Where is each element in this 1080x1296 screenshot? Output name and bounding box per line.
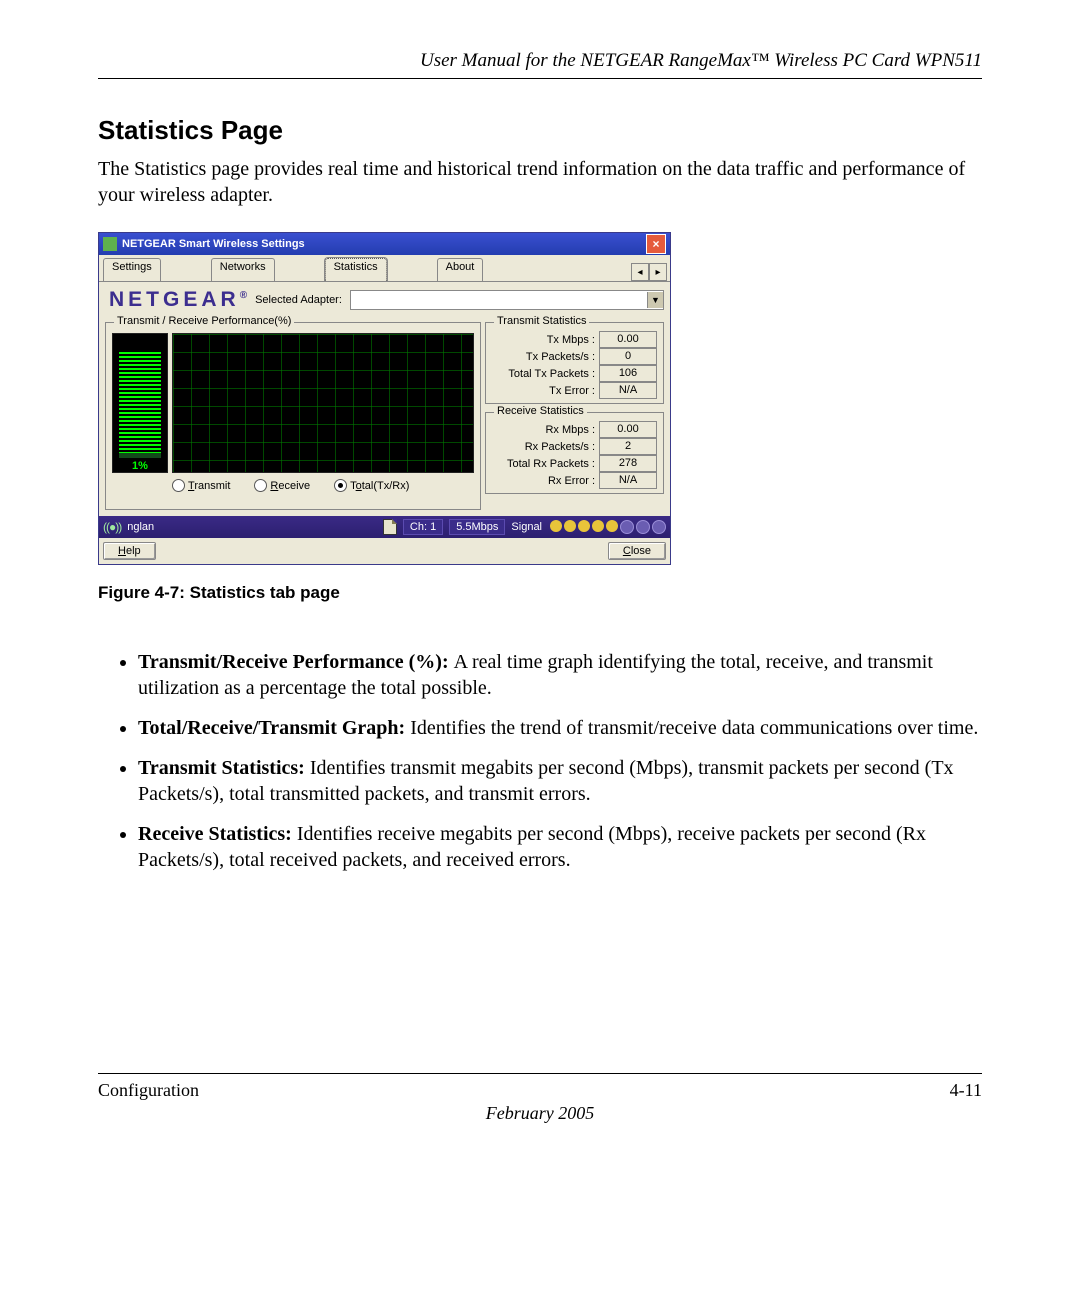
signal-dot: [550, 520, 562, 532]
signal-dot: [652, 520, 666, 534]
radio-receive[interactable]: Receive: [254, 479, 310, 492]
list-item: Receive Statistics: Identifies receive m…: [138, 821, 982, 873]
tab-scroll-right-icon[interactable]: ▸: [649, 263, 667, 281]
performance-chart: [172, 333, 474, 473]
help-button[interactable]: Help: [103, 542, 156, 560]
tab-scroll-left-icon[interactable]: ◂: [631, 263, 649, 281]
signal-dot: [578, 520, 590, 532]
list-item: Transmit/Receive Performance (%): A real…: [138, 649, 982, 701]
rx-total-label: Total Rx Packets :: [492, 458, 599, 470]
window-title: NETGEAR Smart Wireless Settings: [122, 238, 305, 250]
tab-networks[interactable]: Networks: [211, 258, 275, 281]
figure-caption: Figure 4-7: Statistics tab page: [98, 583, 982, 603]
rx-legend: Receive Statistics: [494, 405, 587, 417]
rx-err-value: N/A: [599, 472, 657, 489]
close-button[interactable]: Close: [608, 542, 666, 560]
signal-dot: [592, 520, 604, 532]
tab-about[interactable]: About: [437, 258, 484, 281]
radio-total[interactable]: Total(Tx/Rx): [334, 479, 409, 492]
footer-right: 4-11: [950, 1080, 982, 1101]
intro-text: The Statistics page provides real time a…: [98, 156, 982, 208]
receive-stats-group: Receive Statistics Rx Mbps :0.00 Rx Pack…: [485, 412, 664, 494]
tx-err-value: N/A: [599, 382, 657, 399]
antenna-icon: ((●)): [103, 520, 121, 534]
tab-settings[interactable]: Settings: [103, 258, 161, 281]
list-item: Transmit Statistics: Identifies transmit…: [138, 755, 982, 807]
page-footer: Configuration 4-11: [98, 1073, 982, 1101]
status-bar: ((●)) nglan Ch: 1 5.5Mbps Signal: [99, 516, 670, 538]
brand-logo: NETGEAR®: [109, 288, 247, 312]
tx-total-value: 106: [599, 365, 657, 382]
rx-pks-label: Rx Packets/s :: [492, 441, 599, 453]
tx-mbps-label: Tx Mbps :: [492, 334, 599, 346]
profile-icon[interactable]: [383, 519, 397, 535]
rx-mbps-label: Rx Mbps :: [492, 424, 599, 436]
selected-adapter-dropdown[interactable]: ▼: [350, 290, 664, 310]
tx-mbps-value: 0.00: [599, 331, 657, 348]
performance-legend: Transmit / Receive Performance(%): [114, 315, 294, 327]
signal-dot: [620, 520, 634, 534]
tx-pks-value: 0: [599, 348, 657, 365]
radio-transmit[interactable]: Transmit: [172, 479, 230, 492]
app-window: NETGEAR Smart Wireless Settings × Settin…: [98, 232, 671, 565]
tab-row: Settings Networks Statistics About ◂ ▸: [99, 255, 670, 282]
section-title: Statistics Page: [98, 115, 982, 146]
rx-err-label: Rx Error :: [492, 475, 599, 487]
performance-gauge: 1%: [112, 333, 168, 473]
tab-statistics[interactable]: Statistics: [325, 258, 387, 281]
close-icon[interactable]: ×: [646, 234, 666, 254]
status-speed: 5.5Mbps: [449, 519, 505, 535]
status-network: nglan: [127, 521, 154, 533]
rx-pks-value: 2: [599, 438, 657, 455]
footer-left: Configuration: [98, 1080, 199, 1101]
signal-dot: [564, 520, 576, 532]
tab-scroll: ◂ ▸: [631, 263, 670, 281]
list-item: Total/Receive/Transmit Graph: Identifies…: [138, 715, 982, 741]
app-icon: [103, 237, 117, 251]
performance-group: Transmit / Receive Performance(%) 1% Tra…: [105, 322, 481, 510]
signal-dot: [606, 520, 618, 532]
chevron-down-icon: ▼: [647, 292, 663, 308]
rx-mbps-value: 0.00: [599, 421, 657, 438]
status-channel: Ch: 1: [403, 519, 443, 535]
tx-total-label: Total Tx Packets :: [492, 368, 599, 380]
gauge-value: 1%: [113, 460, 167, 472]
selected-adapter-label: Selected Adapter:: [255, 294, 342, 306]
manual-header: User Manual for the NETGEAR RangeMax™ Wi…: [98, 50, 982, 79]
tx-err-label: Tx Error :: [492, 385, 599, 397]
bullet-list: Transmit/Receive Performance (%): A real…: [98, 649, 982, 873]
gauge-fill: [119, 351, 161, 455]
rx-total-value: 278: [599, 455, 657, 472]
tx-legend: Transmit Statistics: [494, 315, 589, 327]
transmit-stats-group: Transmit Statistics Tx Mbps :0.00 Tx Pac…: [485, 322, 664, 404]
status-signal-label: Signal: [511, 521, 542, 533]
tx-pks-label: Tx Packets/s :: [492, 351, 599, 363]
titlebar: NETGEAR Smart Wireless Settings ×: [99, 233, 670, 255]
signal-dot: [636, 520, 650, 534]
signal-indicator: [550, 520, 666, 534]
footer-date: February 2005: [98, 1103, 982, 1124]
